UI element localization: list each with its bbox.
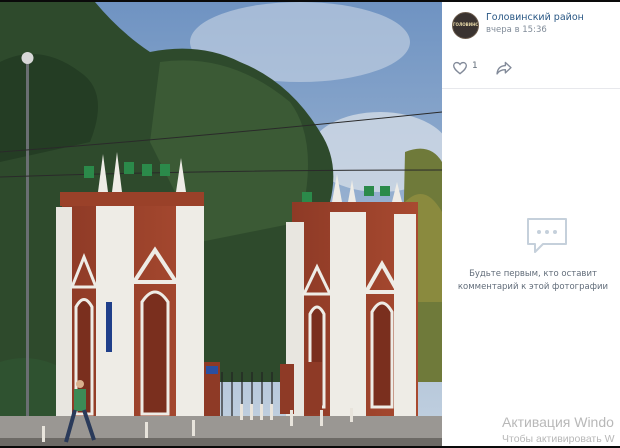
share-arrow-icon[interactable] <box>495 60 513 76</box>
post-timestamp[interactable]: вчера в 15:36 <box>486 25 547 35</box>
like-count[interactable]: 1 <box>472 61 478 71</box>
comments-empty-state: Будьте первым, кто оставит комментарий к… <box>442 212 620 302</box>
group-name-link[interactable]: Головинский район <box>486 12 584 23</box>
divider <box>442 88 620 89</box>
avatar-logo-text: ГОЛОВИНСКИЙ <box>453 22 478 27</box>
watermark-title: Активация Windo <box>502 414 614 430</box>
post-actions: 1 <box>442 54 620 84</box>
comment-bubble-icon <box>527 218 567 253</box>
group-avatar[interactable]: ГОЛОВИНСКИЙ <box>452 12 479 39</box>
photo-image <box>0 2 442 446</box>
activation-watermark: Активация Windo Чтобы активировать W <box>502 414 615 445</box>
photo-sidebar: ГОЛОВИНСКИЙ Головинский район вчера в 15… <box>442 2 620 446</box>
post-header: ГОЛОВИНСКИЙ Головинский район вчера в 15… <box>442 2 620 46</box>
photo-viewer[interactable] <box>0 2 442 446</box>
comments-empty-text: Будьте первым, кто оставит комментарий к… <box>457 269 609 292</box>
watermark-subtitle: Чтобы активировать W <box>502 433 615 445</box>
heart-icon[interactable] <box>452 60 468 76</box>
